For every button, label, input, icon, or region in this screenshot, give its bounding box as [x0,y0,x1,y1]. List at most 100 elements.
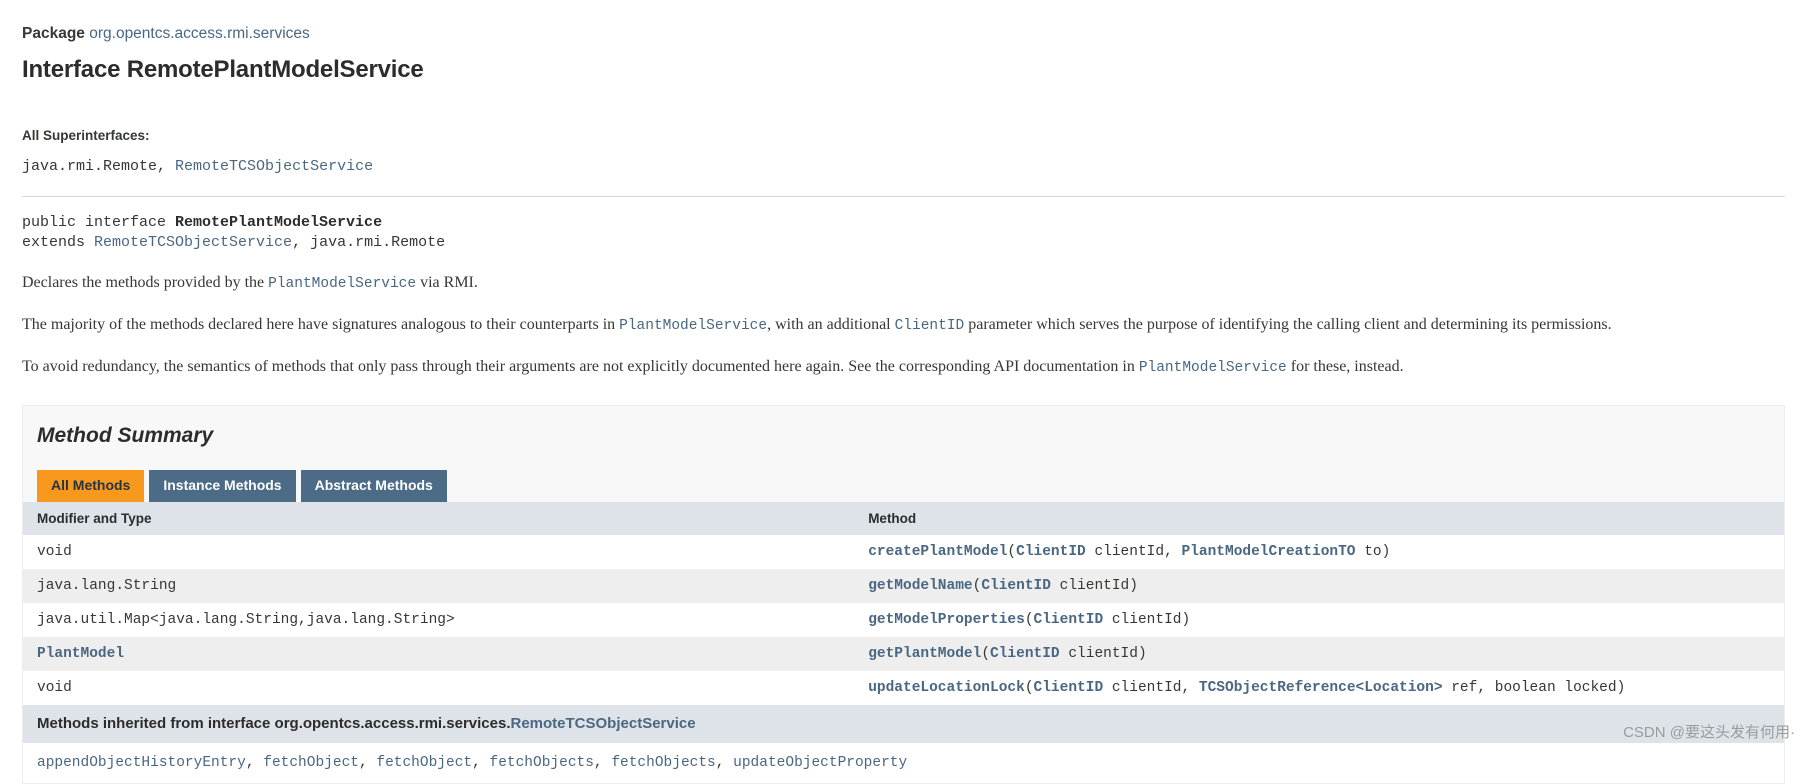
package-label: Package [22,25,85,42]
method-link-getplantmodel[interactable]: getPlantModel [868,646,981,662]
all-superinterfaces-value: java.rmi.Remote, RemoteTCSObjectService [22,156,1785,179]
inherited-method-link[interactable]: updateObjectProperty [733,755,907,771]
param-type-link[interactable]: TCSObjectReference<Location> [1199,680,1443,696]
paren-close: ) [1616,679,1626,696]
declaration-name: RemotePlantModelService [175,214,383,232]
paragraph-2-text-c: parameter which serves the purpose of id… [964,315,1612,333]
method-link-getmodelname[interactable]: getModelName [868,578,972,594]
cell-method-signature: getModelName(ClientID clientId) [854,568,1784,603]
table-row: void createPlantModel(ClientID clientId, … [23,534,1784,569]
return-type-link[interactable]: PlantModel [37,646,124,662]
javadoc-page: Package org.opentcs.access.rmi.services … [0,0,1807,784]
param-name: clientId [1050,577,1130,594]
divider [22,196,1785,198]
inherited-method-link[interactable]: fetchObjects [611,755,715,771]
param-separator: , [1477,679,1495,696]
paren-close: ) [1137,645,1147,662]
method-summary-section: Method Summary All Methods Instance Metho… [22,404,1785,705]
inherited-method-link[interactable]: fetchObjects [490,755,594,771]
inherited-separator: , [358,754,377,771]
method-summary-body: void createPlantModel(ClientID clientId, … [23,534,1784,705]
paren-open: ( [1024,611,1034,628]
param-type-link[interactable]: ClientID [1034,680,1104,696]
paragraph-1-text-b: via RMI. [416,273,478,291]
column-header-modifier-and-type: Modifier and Type [23,501,855,535]
param-type-link[interactable]: PlantModelCreationTO [1181,544,1355,560]
cell-method-signature: getPlantModel(ClientID clientId) [854,636,1784,671]
param-name: clientId [1103,611,1182,628]
cell-method-signature: createPlantModel(ClientID clientId, Plan… [854,534,1784,569]
param-type-link[interactable]: ClientID [1034,612,1104,628]
paren-open: ( [1024,679,1034,696]
package-link[interactable]: org.opentcs.access.rmi.services [89,25,310,42]
cell-method-signature: updateLocationLock(ClientID clientId, TC… [854,670,1784,705]
table-row: java.lang.String getModelName(ClientID cl… [23,568,1784,603]
paren-close: ) [1181,611,1191,628]
tab-abstract-methods[interactable]: Abstract Methods [300,469,447,502]
method-link-getmodelproperties[interactable]: getModelProperties [868,612,1025,628]
inherited-separator: , [715,754,734,771]
inherited-interface-link[interactable]: RemoteTCSObjectService [511,715,696,732]
inherited-methods-title: Methods inherited from interface org.ope… [23,704,1784,743]
paragraph-3-text-b: for these, instead. [1286,357,1404,375]
param-name: to [1355,543,1382,560]
method-filter-tabs: All Methods Instance Methods Abstract Meth… [37,469,1770,502]
tab-instance-methods[interactable]: Instance Methods [149,469,296,502]
return-type-text: java.lang.String [37,577,177,594]
return-type-text: void [37,679,72,696]
cell-method-signature: getModelProperties(ClientID clientId) [854,602,1784,637]
param-separator: , [1181,679,1199,696]
table-row: PlantModel getPlantModel(ClientID clientI… [23,636,1784,671]
inherited-method-link[interactable]: appendObjectHistoryEntry [37,755,246,771]
param-name: ref [1442,679,1478,696]
paragraph-3-text-a: To avoid redundancy, the semantics of me… [22,357,1139,375]
param-name: clientId [1059,645,1138,662]
paragraph-2-text-b: , with an additional [767,315,895,333]
paren-close: ) [1381,543,1391,560]
inherited-separator: , [245,754,264,771]
link-plantmodelservice-2[interactable]: PlantModelService [619,318,767,334]
param-type-link[interactable]: ClientID [981,578,1051,594]
paren-open: ( [981,645,991,662]
method-link-updatelocationlock[interactable]: updateLocationLock [868,680,1025,696]
inherited-methods-list: appendObjectHistoryEntry, fetchObject, f… [23,743,1784,783]
param-type-link[interactable]: ClientID [1016,544,1086,560]
description-block: All Superinterfaces: java.rmi.Remote, Re… [0,125,1807,379]
package-line: Package org.opentcs.access.rmi.services [22,22,1807,45]
superinterface-link-remotetcsobjectservice[interactable]: RemoteTCSObjectService [175,158,373,175]
cell-modifier-and-type: PlantModel [23,636,855,671]
superinterface-plain: java.rmi.Remote, [22,157,167,175]
page-header: Package org.opentcs.access.rmi.services … [0,0,1807,85]
link-plantmodelservice-1[interactable]: PlantModelService [268,276,416,292]
inherited-separator: , [472,754,490,771]
link-clientid[interactable]: ClientID [895,318,965,334]
table-header-row: Modifier and Type Method [23,501,1784,535]
declaration-extends-keyword: extends [22,234,95,252]
declaration-extends-link[interactable]: RemoteTCSObjectService [94,234,292,251]
description-paragraph-1: Declares the methods provided by the Pla… [22,271,1785,295]
declaration-extends-rest: , java.rmi.Remote [292,234,446,252]
method-summary-table: Modifier and Type Method void createPlant… [23,501,1784,705]
inherited-methods-section: Methods inherited from interface org.ope… [22,704,1785,784]
paren-open: ( [1007,543,1017,560]
method-link-createplantmodel[interactable]: createPlantModel [868,544,1007,560]
param-name: clientId [1103,679,1182,696]
param-name: boolean locked [1494,679,1617,696]
tab-all-methods[interactable]: All Methods [37,469,145,502]
link-plantmodelservice-3[interactable]: PlantModelService [1139,360,1287,376]
table-row: void updateLocationLock(ClientID clientId… [23,670,1784,705]
inherited-method-link[interactable]: fetchObject [263,755,359,771]
cell-modifier-and-type: void [23,534,855,569]
cell-modifier-and-type: java.util.Map<java.lang.String,java.lang… [23,602,855,637]
all-superinterfaces-label: All Superinterfaces: [22,128,150,144]
method-summary-inner: Method Summary All Methods Instance Metho… [23,406,1784,502]
table-row: java.util.Map<java.lang.String,java.lang… [23,602,1784,637]
paragraph-1-text-a: Declares the methods provided by the [22,273,269,291]
param-type-link[interactable]: ClientID [990,646,1060,662]
inherited-method-link[interactable]: fetchObject [376,755,472,771]
inherited-separator: , [593,754,612,771]
declaration-modifiers: public interface [22,214,176,232]
interface-declaration: public interface RemotePlantModelService… [22,213,1785,253]
paren-close: ) [1129,577,1138,594]
param-name: clientId [1085,543,1165,560]
